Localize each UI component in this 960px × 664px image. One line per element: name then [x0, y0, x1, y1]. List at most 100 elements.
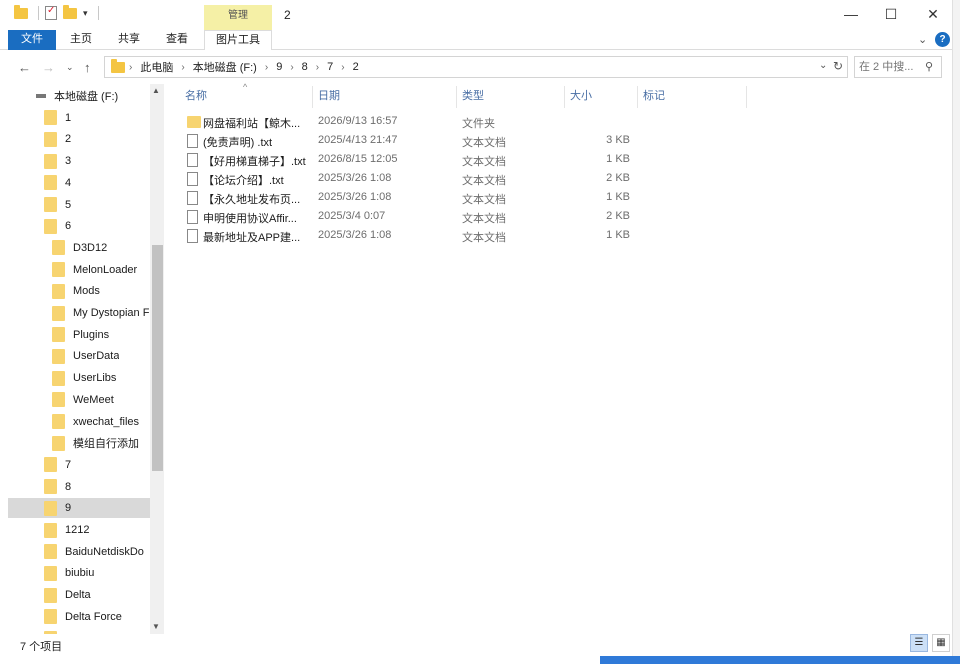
table-row[interactable]: 【好用梯直梯子】.txt 2026/8/15 12:05 文本文档 1 KB: [183, 151, 643, 170]
column-header-size[interactable]: 大小: [570, 87, 592, 107]
back-arrow-icon[interactable]: ←: [18, 60, 31, 75]
recent-locations-icon[interactable]: ⌄: [66, 62, 74, 73]
sidebar-item-folder[interactable]: 1: [8, 108, 150, 128]
column-header-type[interactable]: 类型: [462, 87, 484, 107]
sidebar-item-folder[interactable]: My Dystopian F: [8, 303, 150, 323]
column-divider[interactable]: [746, 86, 747, 108]
expand-ribbon-icon[interactable]: ⌄: [918, 33, 927, 46]
tab-view[interactable]: 查看: [156, 30, 198, 50]
folder-icon: [52, 348, 65, 364]
sidebar-item-folder[interactable]: 1212: [8, 520, 150, 540]
sidebar-item-folder[interactable]: Delta Force: [8, 607, 150, 627]
folder-icon: [52, 414, 65, 429]
table-row[interactable]: 网盘福利站【鲸木... 2026/9/13 16:57 文件夹: [183, 113, 643, 132]
file-type: 文本文档: [462, 213, 506, 225]
table-row[interactable]: 最新地址及APP建... 2025/3/26 1:08 文本文档 1 KB: [183, 227, 643, 246]
folder-icon: [52, 262, 65, 278]
column-divider[interactable]: [312, 86, 313, 108]
search-icon[interactable]: ⚲: [925, 60, 933, 73]
breadcrumb-7[interactable]: 7: [327, 61, 333, 73]
table-row[interactable]: 【永久地址发布页... 2025/3/26 1:08 文本文档 1 KB: [183, 189, 643, 208]
sidebar-item-folder[interactable]: xwechat_files: [8, 412, 150, 432]
chevron-down-icon[interactable]: ⌄: [819, 60, 827, 71]
column-header-tags[interactable]: 标记: [643, 87, 665, 107]
breadcrumb-drive-f[interactable]: 本地磁盘 (F:): [193, 59, 257, 75]
table-row[interactable]: (免责声明) .txt 2025/4/13 21:47 文本文档 3 KB: [183, 132, 643, 151]
sidebar-item-folder[interactable]: 2: [8, 129, 150, 149]
chevron-right-icon[interactable]: ›: [129, 62, 132, 73]
file-size: 1 KB: [606, 229, 630, 241]
tab-file[interactable]: 文件: [8, 30, 56, 50]
up-arrow-icon[interactable]: ↑: [84, 60, 91, 75]
forward-arrow-icon[interactable]: →: [42, 60, 55, 75]
sidebar-item-label: UserLibs: [73, 372, 117, 385]
chevron-right-icon[interactable]: ›: [341, 62, 344, 73]
column-divider[interactable]: [637, 86, 638, 108]
sidebar-item-label: Mods: [73, 285, 100, 298]
sidebar-item-folder[interactable]: MelonLoader: [8, 260, 150, 280]
new-folder-icon[interactable]: [63, 4, 77, 19]
search-box[interactable]: ⚲: [854, 56, 942, 78]
tab-home[interactable]: 主页: [60, 30, 102, 50]
scroll-up-icon[interactable]: ▲: [152, 86, 160, 95]
sidebar-item-folder[interactable]: 4: [8, 173, 150, 193]
sidebar-item-folder[interactable]: Plugins: [8, 325, 150, 345]
nav-scrollbar-thumb[interactable]: [152, 245, 163, 471]
help-icon[interactable]: ?: [935, 32, 950, 47]
sidebar-item-folder[interactable]: 7: [8, 455, 150, 475]
sidebar-item-folder[interactable]: 3: [8, 151, 150, 171]
tab-picture-tools[interactable]: 图片工具: [204, 30, 272, 50]
properties-icon[interactable]: [45, 5, 57, 20]
sidebar-item-folder[interactable]: 8: [8, 477, 150, 497]
sidebar-item-folder[interactable]: 模组自行添加: [8, 433, 150, 453]
sidebar-item-folder[interactable]: 5: [8, 195, 150, 215]
details-view-button[interactable]: ☰: [910, 634, 928, 652]
sidebar-item-folder[interactable]: BaiduNetdiskDo: [8, 542, 150, 562]
breadcrumb-2[interactable]: 2: [353, 61, 359, 73]
file-name: 网盘福利站【鲸木...: [203, 118, 301, 130]
folder-icon: [52, 370, 65, 386]
chevron-right-icon[interactable]: ›: [316, 62, 319, 73]
close-button[interactable]: ✕: [910, 4, 956, 26]
breadcrumb-8[interactable]: 8: [302, 61, 308, 73]
search-input[interactable]: [859, 59, 923, 75]
breadcrumb: › 此电脑 › 本地磁盘 (F:) › 9 › 8 › 7 › 2: [129, 57, 359, 77]
sidebar-item-folder[interactable]: UserLibs: [8, 368, 150, 388]
column-header-name[interactable]: 名称: [185, 87, 207, 107]
table-row[interactable]: 申明使用协议Affir... 2025/3/4 0:07 文本文档 2 KB: [183, 208, 643, 227]
sidebar-item-label: BaiduNetdiskDo: [65, 545, 144, 558]
navigation-pane: 本地磁盘 (F:) 1 2 3 4 5 6 D3D12 MelonLoader Mods My Dy…: [8, 84, 164, 634]
details-view-icon: ☰: [914, 637, 924, 648]
scroll-down-icon[interactable]: ▼: [152, 622, 160, 631]
breadcrumb-9[interactable]: 9: [276, 61, 282, 73]
sidebar-item-folder[interactable]: 9: [8, 498, 150, 519]
refresh-icon[interactable]: ↻: [833, 59, 843, 73]
folder-icon: [44, 457, 57, 473]
sidebar-item-label: WeMeet: [73, 393, 114, 406]
sidebar-item-drive-f[interactable]: 本地磁盘 (F:): [8, 86, 150, 106]
chevron-right-icon[interactable]: ›: [290, 62, 293, 73]
sidebar-item-folder[interactable]: UserData: [8, 346, 150, 366]
sidebar-item-folder[interactable]: biubiu: [8, 563, 150, 583]
column-header-date[interactable]: 日期: [318, 87, 340, 107]
ribbon-tabs: 文件 主页 共享 查看 图片工具: [0, 30, 960, 50]
chevron-right-icon[interactable]: ›: [181, 62, 184, 73]
sidebar-item-folder[interactable]: D3D12: [8, 238, 150, 258]
address-bar[interactable]: › 此电脑 › 本地磁盘 (F:) › 9 › 8 › 7 › 2 ⌄ ↻: [104, 56, 848, 78]
column-divider[interactable]: [564, 86, 565, 108]
sidebar-item-folder[interactable]: Delta: [8, 585, 150, 605]
sidebar-item-label: 1: [65, 111, 72, 124]
chevron-right-icon[interactable]: ›: [265, 62, 268, 73]
taskbar-strip: [600, 656, 960, 664]
customize-toolbar-icon[interactable]: ▾: [83, 8, 88, 19]
sidebar-item-folder[interactable]: Mods: [8, 281, 150, 301]
maximize-button[interactable]: ☐: [868, 4, 914, 26]
column-divider[interactable]: [456, 86, 457, 108]
sidebar-item-folder[interactable]: 6: [8, 216, 150, 236]
breadcrumb-this-pc[interactable]: 此电脑: [140, 59, 173, 75]
table-row[interactable]: 【论坛介绍】.txt 2025/3/26 1:08 文本文档 2 KB: [183, 170, 643, 189]
tab-share[interactable]: 共享: [108, 30, 150, 50]
large-icons-view-button[interactable]: ▦: [932, 634, 950, 652]
sidebar-item-folder[interactable]: WeMeet: [8, 390, 150, 410]
folder-icon: [187, 116, 201, 128]
